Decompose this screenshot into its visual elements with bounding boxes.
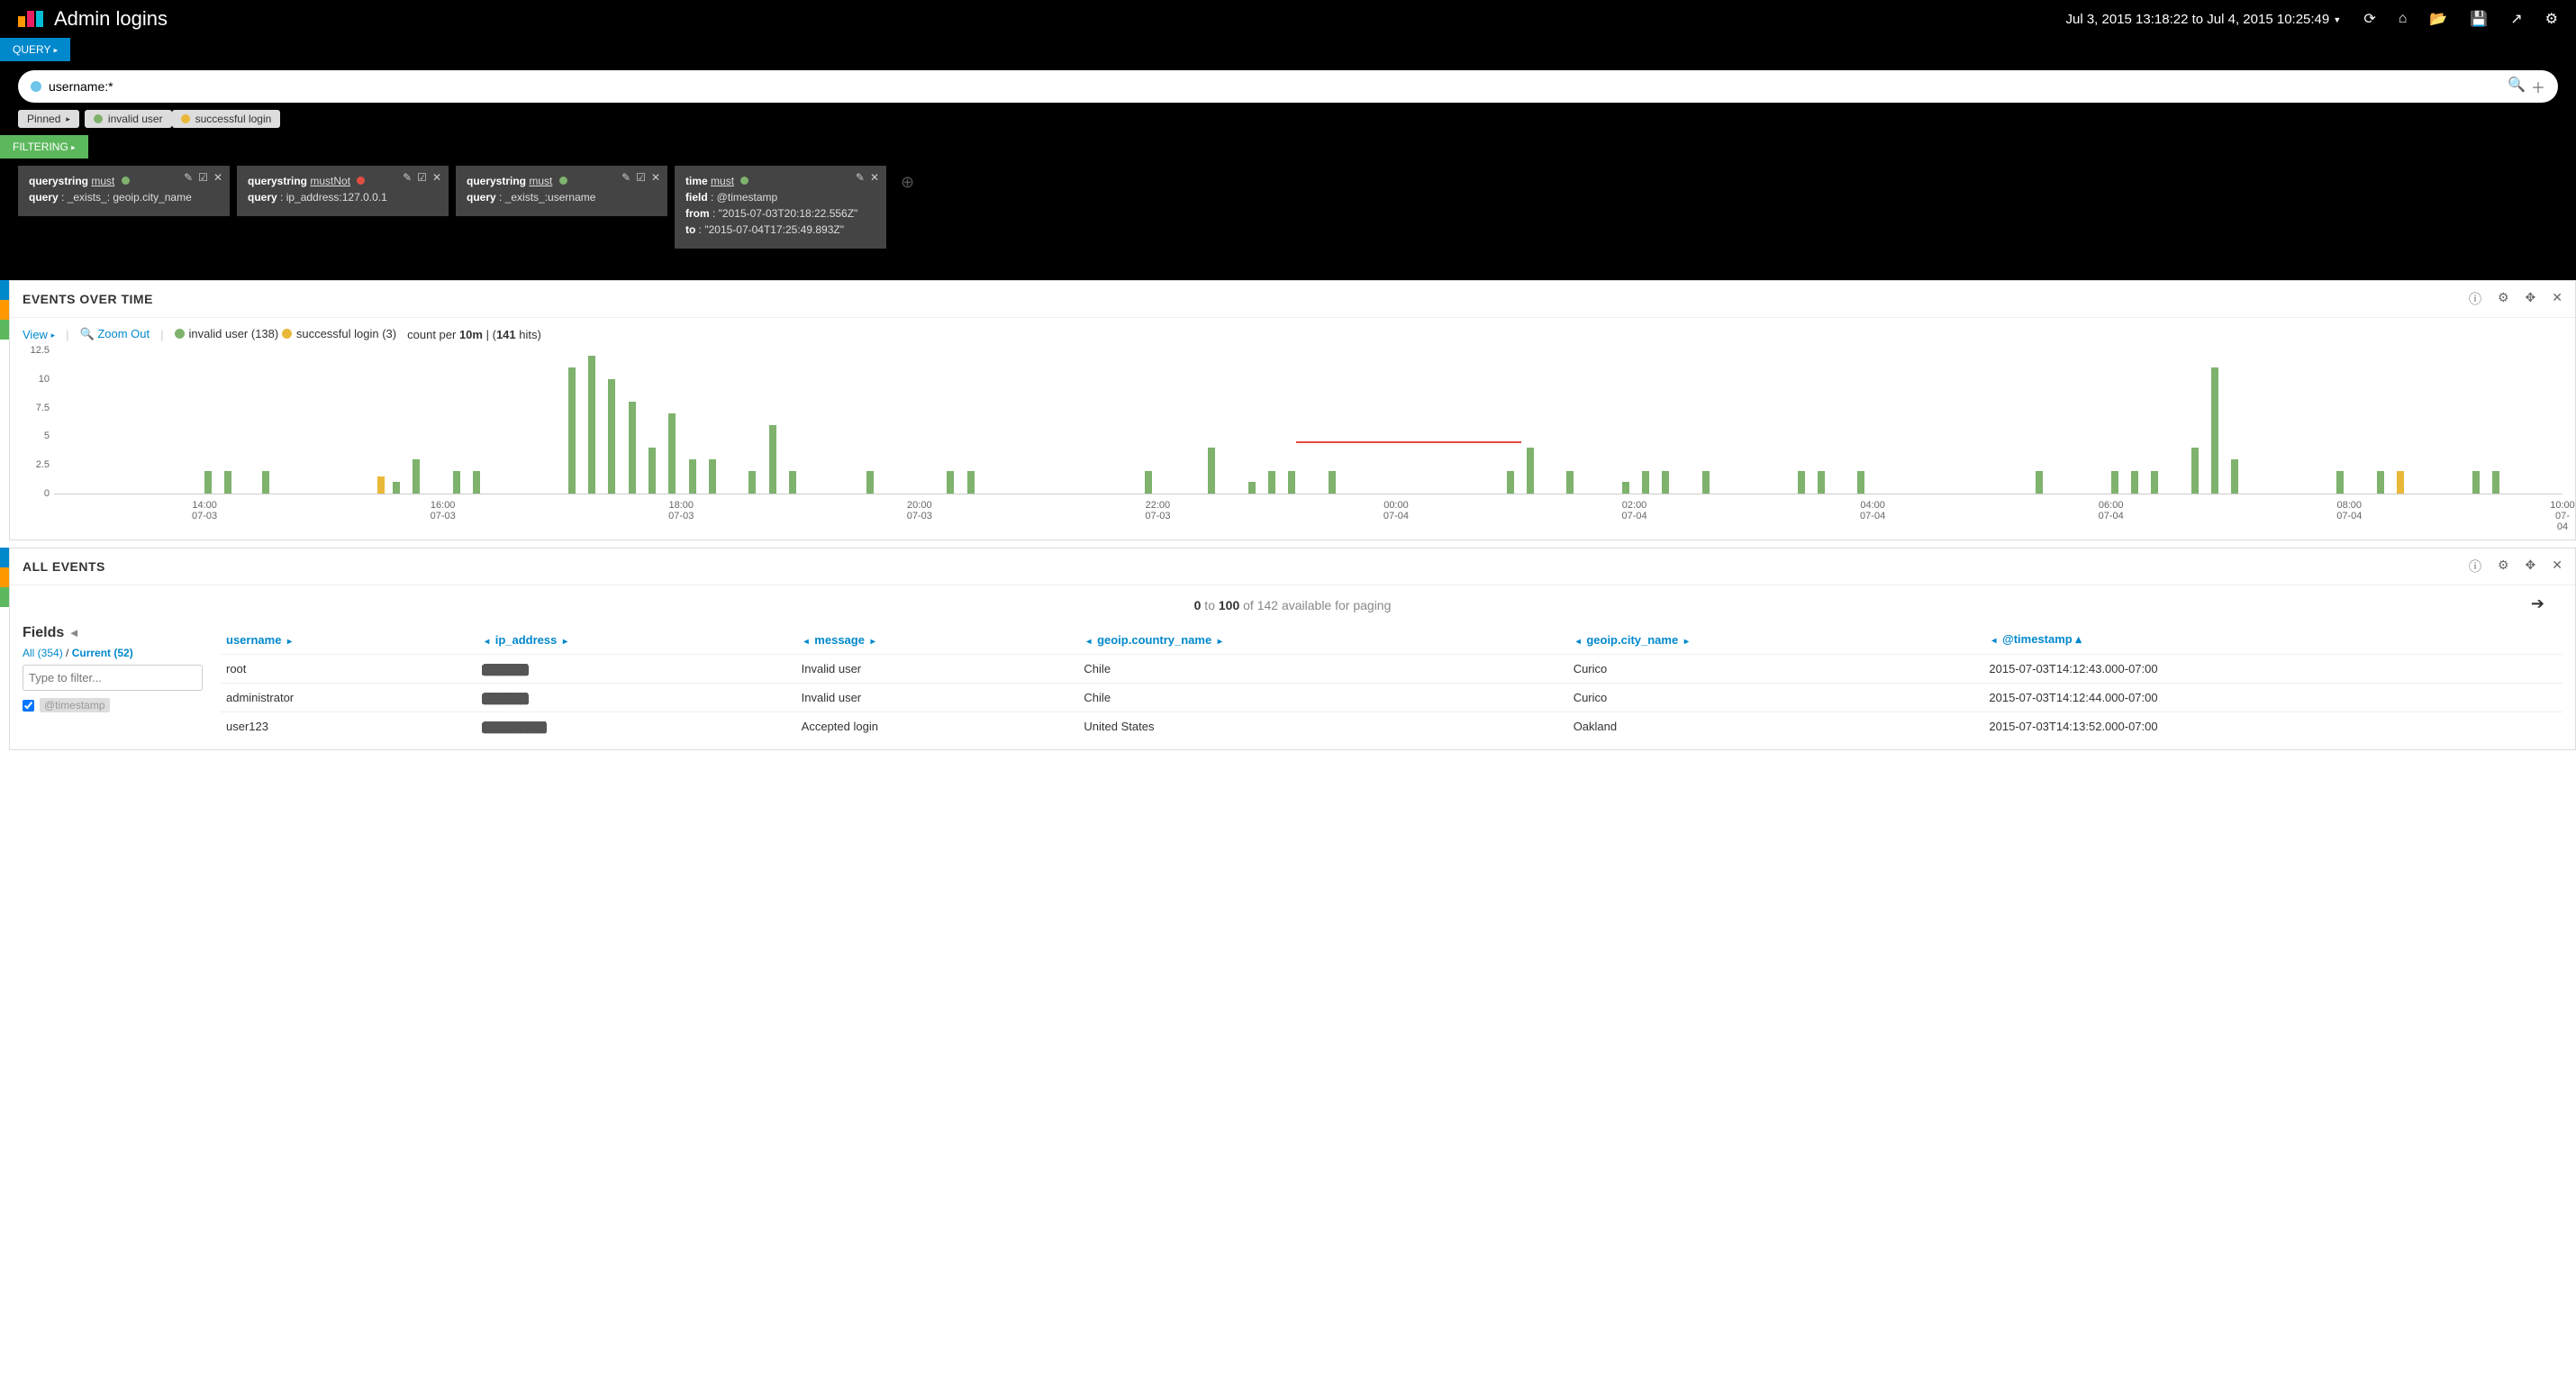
- table-row[interactable]: administrator███████Invalid userChileCur…: [221, 684, 2562, 712]
- close-icon[interactable]: ✕: [213, 171, 222, 184]
- pinned-pill[interactable]: Pinned ▸: [18, 110, 79, 128]
- interval-label: count per 10m | (141 hits): [407, 328, 541, 341]
- gear-icon[interactable]: ⚙: [2545, 10, 2558, 28]
- move-icon[interactable]: ✥: [2526, 290, 2536, 308]
- events-table: username ▸◂ ip_address ▸◂ message ▸◂ geo…: [221, 625, 2562, 740]
- edit-icon[interactable]: ✎: [856, 171, 865, 184]
- fields-title: Fields ◄: [23, 625, 203, 641]
- filter-card: ✎☑✕querystring must query : _exists_:use…: [456, 166, 667, 216]
- column-header[interactable]: ◂ @timestamp ▴: [1983, 625, 2562, 655]
- search-input[interactable]: [49, 79, 2508, 94]
- toggle-icon[interactable]: ☑: [417, 171, 427, 184]
- column-header[interactable]: ◂ geoip.country_name ▸: [1078, 625, 1567, 655]
- view-dropdown[interactable]: View ▸: [23, 328, 55, 341]
- row-marker[interactable]: [0, 280, 9, 300]
- next-page-icon[interactable]: ➔: [2531, 594, 2544, 613]
- app-logo: [18, 11, 45, 27]
- edit-icon[interactable]: ✎: [621, 171, 630, 184]
- page-title: Admin logins: [54, 7, 168, 31]
- search-box[interactable]: 🔍 ＋: [18, 70, 2558, 103]
- column-header[interactable]: ◂ message ▸: [796, 625, 1079, 655]
- all-events-panel: ALL EVENTS ⓘ ⚙ ✥ ✕ 0 to 100 of 142 avail…: [9, 548, 2576, 750]
- row-marker[interactable]: [0, 320, 9, 340]
- field-checkbox[interactable]: [23, 700, 34, 712]
- row-marker[interactable]: [0, 587, 9, 607]
- query-toggle-button[interactable]: QUERY ▸: [0, 38, 70, 61]
- events-over-time-panel: EVENTS OVER TIME ⓘ ⚙ ✥ ✕ View ▸ | 🔍 Zoom…: [9, 280, 2576, 540]
- move-icon[interactable]: ✥: [2526, 558, 2536, 576]
- query-color-dot[interactable]: [31, 81, 41, 92]
- row-marker[interactable]: [0, 300, 9, 320]
- histogram-chart[interactable]: 02.557.51012.5 14:0007-0316:0007-0318:00…: [10, 350, 2575, 539]
- time-range-picker[interactable]: Jul 3, 2015 13:18:22 to Jul 4, 2015 10:2…: [2066, 12, 2342, 27]
- legend-item[interactable]: successful login (3): [282, 327, 396, 340]
- header: Admin logins Jul 3, 2015 13:18:22 to Jul…: [0, 0, 2576, 280]
- filter-card: ✎✕time must field : @timestampfrom : "20…: [675, 166, 886, 249]
- zoom-out-button[interactable]: 🔍 Zoom Out: [80, 327, 150, 341]
- panel-title: ALL EVENTS: [23, 559, 105, 574]
- column-header[interactable]: ◂ ip_address ▸: [476, 625, 796, 655]
- panel-title: EVENTS OVER TIME: [23, 292, 153, 306]
- table-row[interactable]: root███████Invalid userChileCurico2015-0…: [221, 655, 2562, 684]
- add-query-icon[interactable]: ＋: [2531, 76, 2545, 97]
- paging-info: 0 to 100 of 142 available for paging ➔: [23, 594, 2562, 625]
- toggle-icon[interactable]: ☑: [636, 171, 646, 184]
- edit-icon[interactable]: ✎: [403, 171, 412, 184]
- fields-all-link[interactable]: All (354): [23, 647, 63, 659]
- add-filter-icon[interactable]: ⊕: [893, 166, 921, 199]
- home-icon[interactable]: ⌂: [2399, 11, 2408, 27]
- fields-sidebar: Fields ◄ All (354) / Current (52) @times…: [23, 625, 203, 740]
- query-pill[interactable]: invalid user: [85, 110, 172, 128]
- table-row[interactable]: user123██████████Accepted loginUnited St…: [221, 712, 2562, 741]
- toggle-icon[interactable]: ☑: [198, 171, 208, 184]
- close-icon[interactable]: ✕: [2552, 558, 2562, 576]
- share-icon[interactable]: ↗: [2510, 10, 2522, 28]
- edit-icon[interactable]: ✎: [184, 171, 193, 184]
- close-icon[interactable]: ✕: [870, 171, 879, 184]
- filtering-toggle-button[interactable]: FILTERING ▸: [0, 135, 88, 159]
- column-header[interactable]: ◂ geoip.city_name ▸: [1568, 625, 1984, 655]
- gear-icon[interactable]: ⚙: [2498, 558, 2509, 576]
- fields-filter-input[interactable]: [23, 665, 203, 691]
- open-icon[interactable]: 📂: [2429, 10, 2447, 28]
- close-icon[interactable]: ✕: [432, 171, 441, 184]
- close-icon[interactable]: ✕: [2552, 290, 2562, 308]
- legend-item[interactable]: invalid user (138): [175, 327, 279, 340]
- info-icon[interactable]: ⓘ: [2469, 558, 2481, 576]
- fields-current-link[interactable]: Current (52): [72, 647, 133, 659]
- save-icon[interactable]: 💾: [2470, 10, 2488, 28]
- gear-icon[interactable]: ⚙: [2498, 290, 2509, 308]
- filter-card: ✎☑✕querystring mustNot query : ip_addres…: [237, 166, 449, 216]
- query-pill[interactable]: successful login: [172, 110, 281, 128]
- column-header[interactable]: username ▸: [221, 625, 476, 655]
- collapse-icon[interactable]: ◄: [68, 626, 80, 639]
- search-icon[interactable]: 🔍: [2508, 76, 2526, 97]
- row-marker[interactable]: [0, 567, 9, 587]
- close-icon[interactable]: ✕: [651, 171, 660, 184]
- refresh-icon[interactable]: ⟳: [2363, 10, 2375, 28]
- filter-card: ✎☑✕querystring must query : _exists_: ge…: [18, 166, 230, 216]
- info-icon[interactable]: ⓘ: [2469, 290, 2481, 308]
- field-row[interactable]: @timestamp: [23, 698, 203, 712]
- row-marker[interactable]: [0, 548, 9, 567]
